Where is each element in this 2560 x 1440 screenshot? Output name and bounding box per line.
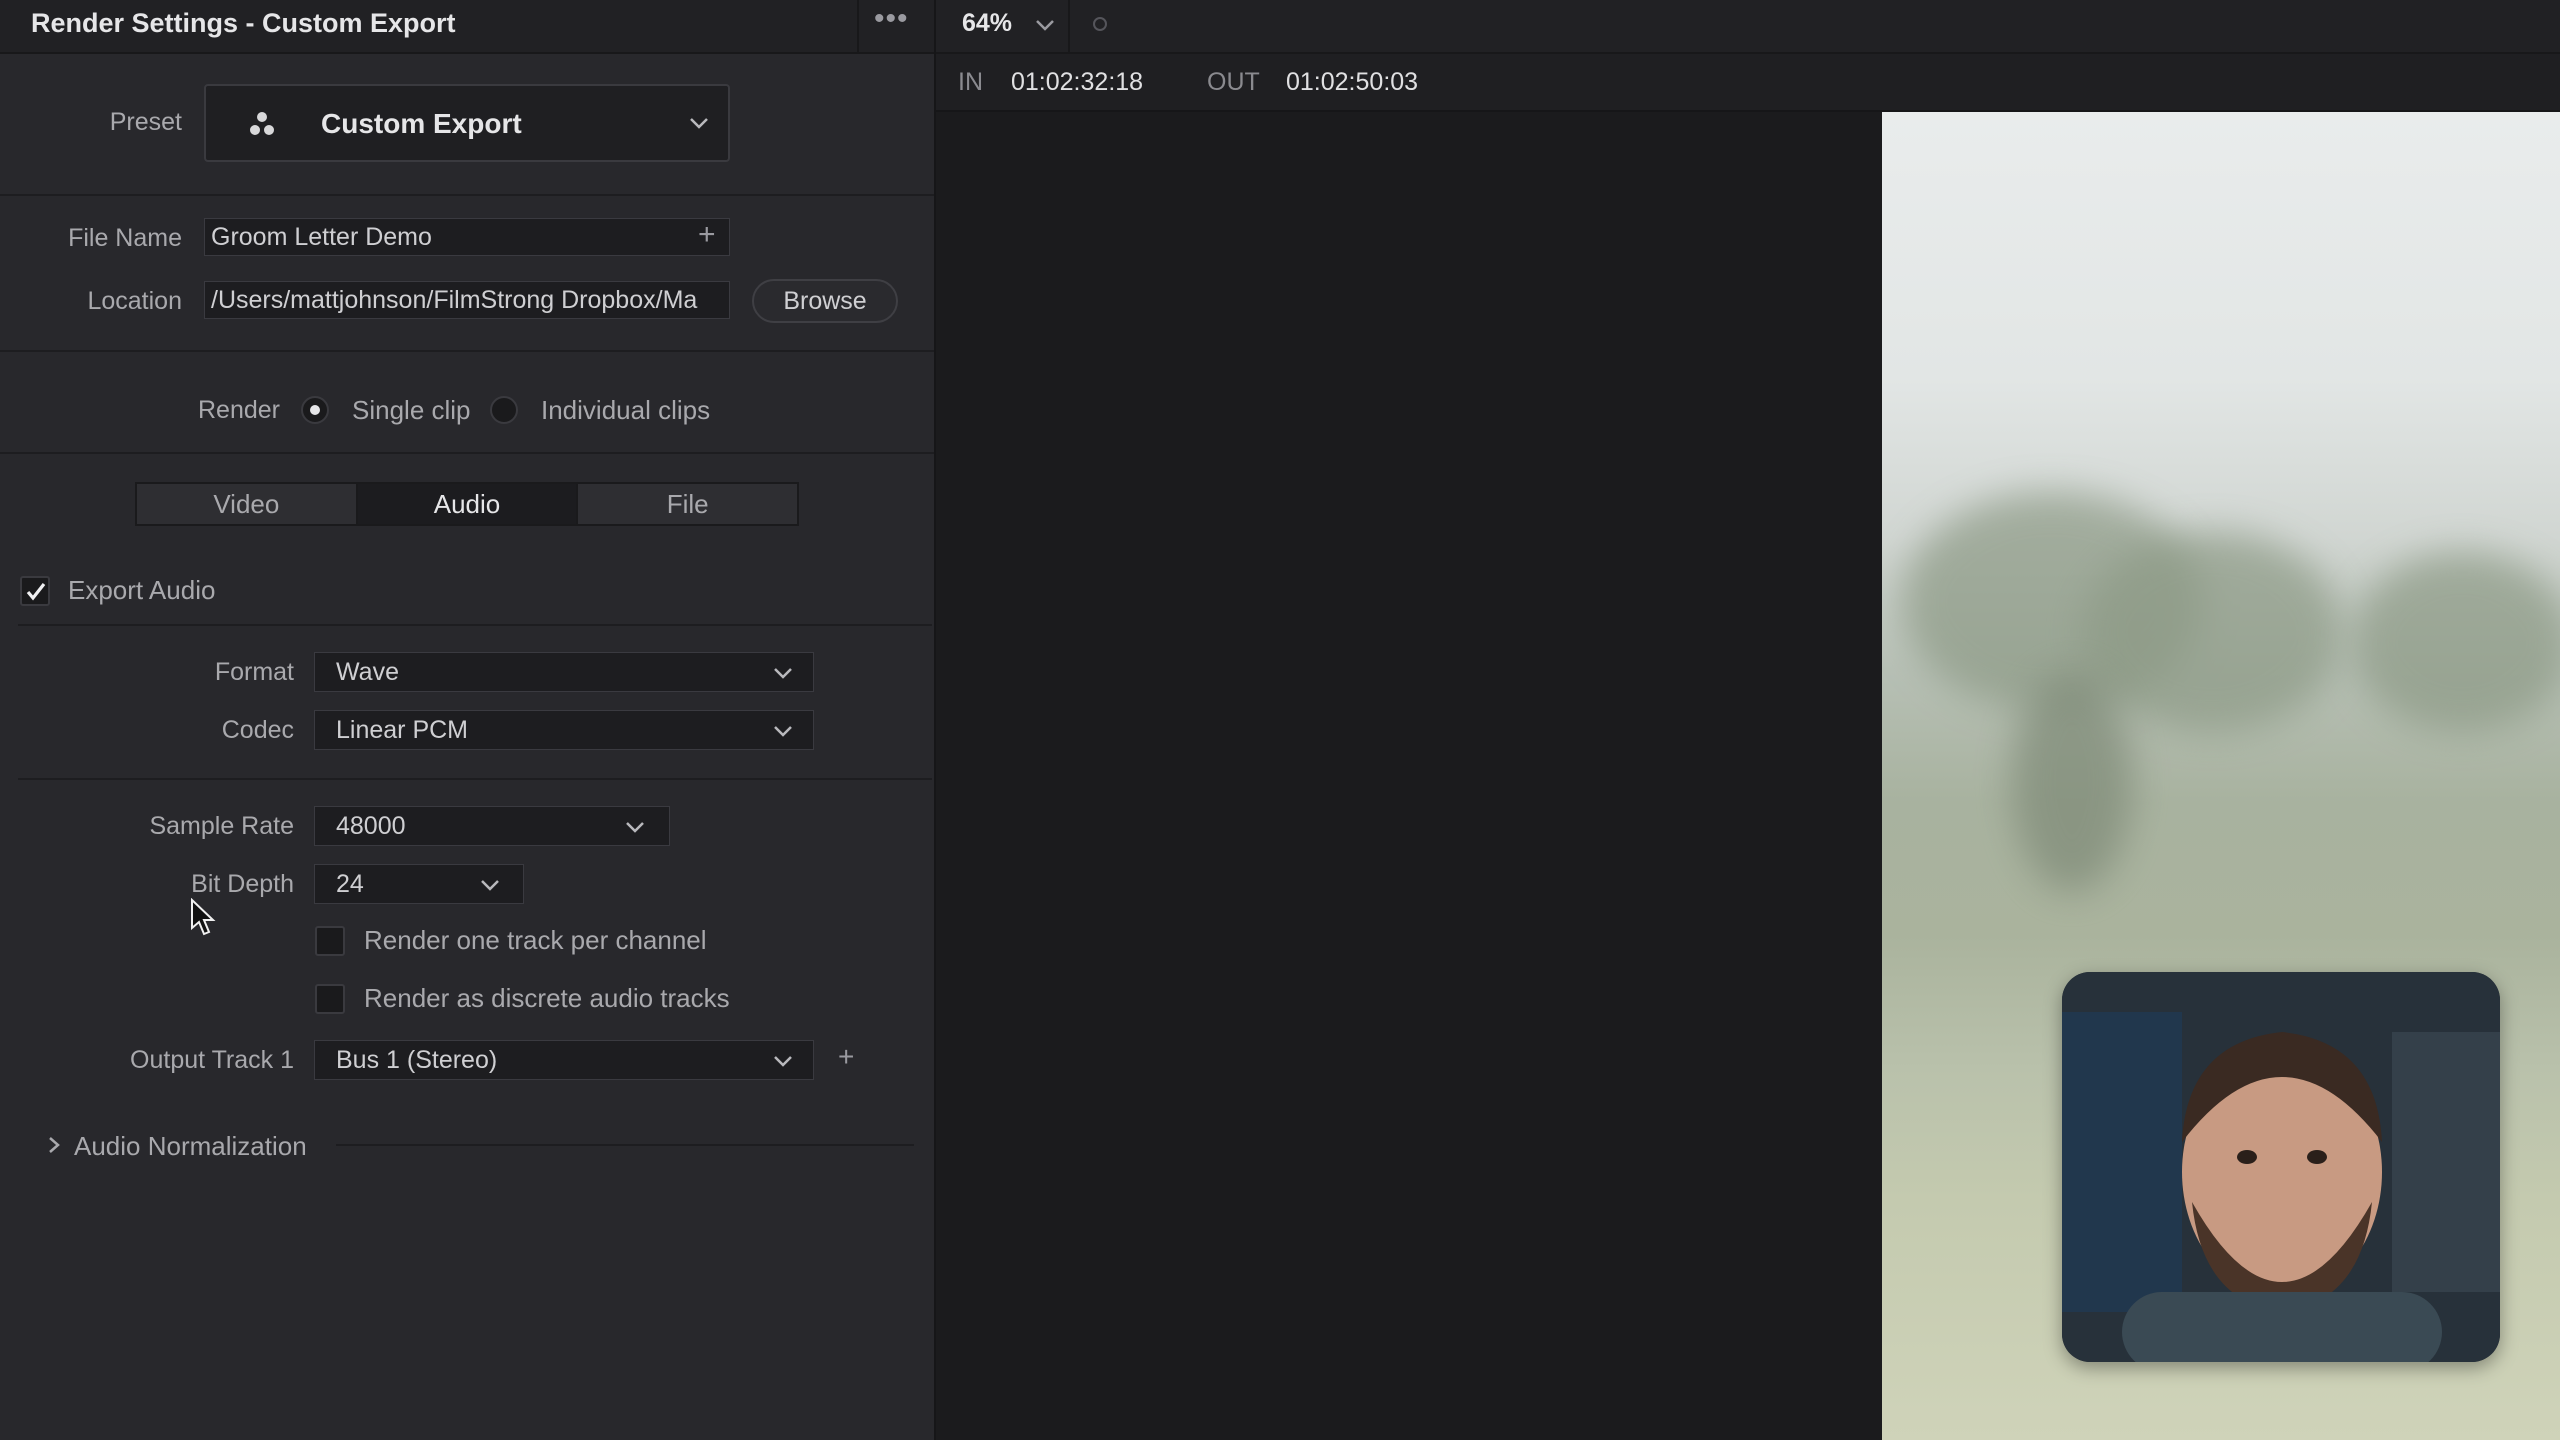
- panel-titlebar: Render Settings - Custom Export •••: [0, 0, 934, 54]
- codec-value: Linear PCM: [336, 716, 468, 744]
- output-track-dropdown[interactable]: Bus 1 (Stereo): [314, 1040, 814, 1080]
- tab-video[interactable]: Video: [137, 484, 358, 524]
- panel-title: Render Settings - Custom Export: [31, 8, 456, 38]
- file-name-input[interactable]: Groom Letter Demo: [204, 218, 730, 256]
- timecode-bar: [936, 54, 2560, 112]
- bit-depth-value: 24: [336, 870, 364, 898]
- chevron-down-icon: [690, 118, 708, 129]
- codec-label: Codec: [221, 716, 294, 744]
- in-label: IN: [958, 68, 983, 96]
- render-settings-panel: Render Settings - Custom Export ••• Pres…: [0, 0, 936, 1440]
- chevron-down-icon: [774, 726, 792, 737]
- titlebar-divider: [857, 0, 859, 52]
- location-label: Location: [87, 287, 182, 315]
- sample-rate-label: Sample Rate: [149, 812, 294, 840]
- browse-button[interactable]: Browse: [752, 279, 898, 323]
- audio-normalization-label[interactable]: Audio Normalization: [74, 1131, 307, 1162]
- cursor-icon: [191, 898, 216, 936]
- output-track-label: Output Track 1: [130, 1046, 294, 1074]
- webcam-overlay: [2062, 972, 2500, 1362]
- file-name-value: Groom Letter Demo: [211, 223, 432, 251]
- out-label: OUT: [1207, 68, 1260, 96]
- render-label: Render: [198, 396, 280, 424]
- sample-rate-value: 48000: [336, 812, 406, 840]
- plus-icon[interactable]: +: [698, 218, 716, 252]
- individual-clips-radio[interactable]: [490, 396, 518, 424]
- preset-value: Custom Export: [321, 108, 522, 139]
- separator: [0, 452, 934, 454]
- format-value: Wave: [336, 658, 399, 686]
- chevron-down-icon: [481, 880, 499, 891]
- codec-dropdown[interactable]: Linear PCM: [314, 710, 814, 750]
- separator: [18, 778, 932, 780]
- preset-icon: [250, 112, 274, 135]
- viewer-canvas: [936, 112, 1882, 1440]
- discrete-audio-tracks-label: Render as discrete audio tracks: [364, 983, 730, 1013]
- separator: [18, 624, 932, 626]
- status-dot-icon: [1093, 17, 1107, 31]
- preset-dropdown[interactable]: Custom Export: [204, 84, 730, 162]
- chevron-down-icon[interactable]: [1032, 12, 1058, 38]
- single-clip-label: Single clip: [352, 395, 471, 425]
- viewer-toolbar: [936, 0, 2560, 54]
- one-track-per-channel-label: Render one track per channel: [364, 925, 707, 955]
- tab-file[interactable]: File: [578, 484, 798, 524]
- toolbar-divider: [1068, 0, 1070, 52]
- sample-rate-dropdown[interactable]: 48000: [314, 806, 670, 846]
- preset-label: Preset: [109, 108, 182, 136]
- person-image: [2062, 972, 2500, 1362]
- out-timecode: 01:02:50:03: [1286, 68, 1419, 96]
- separator: [336, 1144, 914, 1146]
- individual-clips-label: Individual clips: [541, 395, 711, 425]
- format-dropdown[interactable]: Wave: [314, 652, 814, 692]
- more-icon[interactable]: •••: [874, 2, 909, 36]
- settings-tabs: Video Audio File: [135, 482, 799, 526]
- location-input[interactable]: /Users/mattjohnson/FilmStrong Dropbox/Ma: [204, 281, 730, 319]
- export-audio-checkbox[interactable]: [20, 576, 50, 606]
- in-timecode: 01:02:32:18: [1011, 68, 1144, 96]
- chevron-down-icon: [774, 668, 792, 679]
- export-audio-label: Export Audio: [68, 575, 216, 605]
- discrete-audio-tracks-checkbox[interactable]: [315, 984, 345, 1014]
- tab-audio[interactable]: Audio: [357, 484, 579, 524]
- bit-depth-dropdown[interactable]: 24: [314, 864, 524, 904]
- add-output-track-icon[interactable]: +: [838, 1041, 854, 1073]
- chevron-down-icon: [774, 1056, 792, 1067]
- bit-depth-label: Bit Depth: [191, 870, 294, 898]
- one-track-per-channel-checkbox[interactable]: [315, 926, 345, 956]
- separator: [0, 350, 934, 352]
- separator: [0, 194, 934, 196]
- checkmark-icon: [26, 583, 46, 601]
- chevron-down-icon: [626, 822, 644, 833]
- file-name-label: File Name: [68, 224, 182, 252]
- location-value: /Users/mattjohnson/FilmStrong Dropbox/Ma: [211, 286, 698, 314]
- zoom-level[interactable]: 64%: [962, 9, 1012, 38]
- output-track-value: Bus 1 (Stereo): [336, 1046, 498, 1074]
- format-label: Format: [214, 658, 294, 686]
- chevron-right-icon[interactable]: [44, 1134, 64, 1156]
- single-clip-radio[interactable]: [301, 396, 329, 424]
